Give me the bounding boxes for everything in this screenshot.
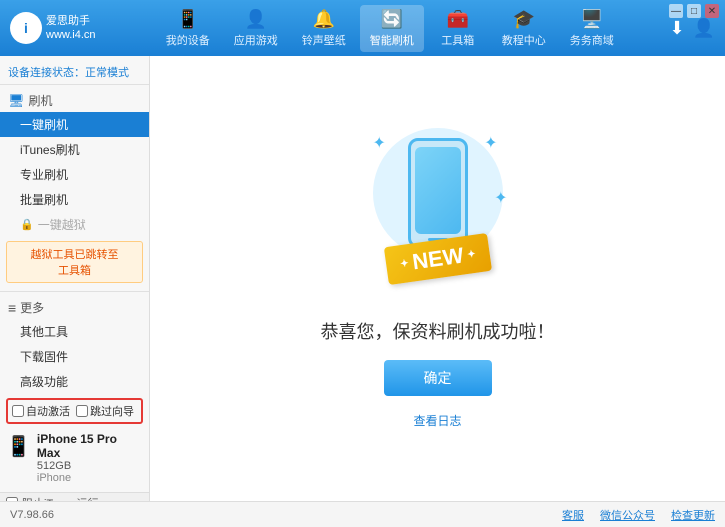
- nav-tab-smart-flash-label: 智能刷机: [370, 32, 414, 48]
- device-details: iPhone 15 Pro Max 512GB iPhone: [37, 432, 143, 484]
- sidebar-item-download-firmware[interactable]: 下载固件: [0, 344, 149, 369]
- new-badge-text: NEW: [410, 243, 464, 276]
- skip-guide-checkbox[interactable]: [76, 405, 88, 417]
- view-log-link[interactable]: 查看日志: [413, 412, 461, 429]
- device-info: 📱 iPhone 15 Pro Max 512GB iPhone: [6, 428, 143, 488]
- apps-games-icon: 👤: [245, 9, 267, 30]
- nav-tab-toolbox-label: 工具箱: [441, 32, 474, 48]
- phone-screen: [415, 147, 461, 234]
- new-ribbon: ✦ NEW ✦: [383, 233, 491, 285]
- download-icon[interactable]: ⬇: [669, 18, 684, 39]
- device-area: 自动激活 跳过向导 📱 iPhone 15 Pro Max 512GB iPho…: [0, 394, 149, 492]
- tutorial-icon: 🎓: [513, 9, 535, 30]
- my-device-icon: 📱: [177, 9, 199, 30]
- footer-link-service[interactable]: 客服: [562, 507, 584, 523]
- sidebar-item-onekey-flash[interactable]: 一键刷机: [0, 112, 149, 137]
- sidebar-item-itunes-flash[interactable]: iTunes刷机: [0, 137, 149, 162]
- sidebar-item-batch-flash[interactable]: 批量刷机: [0, 187, 149, 212]
- content-area: 设备连接状态：正常模式 🖥 刷机 一键刷机 iTunes刷机 专业刷机 批量刷机…: [0, 56, 725, 501]
- logo-text: 爱思助手 www.i4.cn: [46, 14, 96, 43]
- main-content: ✦ ✦ ✦ ✦ NEW ✦: [150, 56, 725, 501]
- service-icon: 🖥️: [581, 9, 603, 30]
- sidebar-item-onekey-jailbreak: 🔒 一键越狱: [0, 212, 149, 237]
- success-illustration: ✦ ✦ ✦ ✦ NEW ✦: [321, 128, 555, 429]
- nav-tab-tutorial[interactable]: 🎓 教程中心: [492, 5, 556, 52]
- footer-link-update[interactable]: 检查更新: [671, 507, 715, 523]
- toolbox-icon: 🧰: [447, 9, 469, 30]
- user-icon[interactable]: 👤: [693, 18, 715, 39]
- skip-guide-label: 跳过向导: [90, 403, 134, 419]
- auto-activate-label: 自动激活: [26, 403, 70, 419]
- phone-graphic: ✦ ✦ ✦ ✦ NEW ✦: [368, 128, 508, 298]
- logo-area: i 爱思助手 www.i4.cn: [10, 12, 110, 44]
- new-banner: ✦ NEW ✦: [385, 240, 489, 278]
- new-stars-left: ✦: [399, 258, 409, 270]
- more-section-header: ≡ 更多: [0, 296, 149, 319]
- nav-tab-toolbox[interactable]: 🧰 工具箱: [428, 5, 488, 52]
- footer-links: 客服 微信公众号 检查更新: [562, 507, 715, 523]
- nav-tab-service-label: 务务商域: [570, 32, 614, 48]
- sparkle-icon-3: ✦: [494, 188, 507, 208]
- maximize-button[interactable]: □: [687, 4, 701, 18]
- sidebar-status: 设备连接状态：正常模式: [0, 60, 149, 85]
- logo-icon: i: [10, 12, 42, 44]
- phone-body: [408, 138, 468, 248]
- skip-guide-option[interactable]: 跳过向导: [76, 403, 134, 419]
- nav-tabs: 📱 我的设备 👤 应用游戏 🔔 铃声壁纸 🔄 智能刷机 🧰 工具箱 🎓: [110, 5, 669, 52]
- more-section-label: 更多: [20, 299, 44, 316]
- confirm-button[interactable]: 确定: [384, 360, 492, 396]
- nav-tab-apps-games-label: 应用游戏: [234, 32, 278, 48]
- device-phone-icon: 📱: [6, 434, 31, 459]
- auto-activate-option[interactable]: 自动激活: [12, 403, 70, 419]
- smart-flash-icon: 🔄: [381, 9, 403, 30]
- phone-frame: [408, 138, 468, 248]
- nav-tab-service[interactable]: 🖥️ 务务商域: [560, 5, 624, 52]
- device-storage: 512GB: [37, 460, 143, 472]
- win-controls: — □ ✕: [669, 4, 719, 18]
- new-stars-right: ✦: [466, 248, 476, 260]
- flash-section-label: 刷机: [29, 92, 53, 109]
- nav-tab-tutorial-label: 教程中心: [502, 32, 546, 48]
- nav-tab-smart-flash[interactable]: 🔄 智能刷机: [360, 5, 424, 52]
- footer-link-wechat[interactable]: 微信公众号: [600, 507, 655, 523]
- nav-tab-apps-games[interactable]: 👤 应用游戏: [224, 5, 288, 52]
- nav-tab-my-device[interactable]: 📱 我的设备: [156, 5, 220, 52]
- header-right: ⬇ 👤: [669, 18, 715, 39]
- more-section-icon: ≡: [8, 300, 16, 316]
- sparkle-icon-2: ✦: [484, 133, 497, 153]
- close-button[interactable]: ✕: [705, 4, 719, 18]
- nav-tab-ringtone-label: 铃声壁纸: [302, 32, 346, 48]
- footer: V7.98.66 客服 微信公众号 检查更新: [0, 501, 725, 527]
- auto-options-box: 自动激活 跳过向导: [6, 398, 143, 424]
- success-message: 恭喜您，保资料刷机成功啦！: [321, 318, 555, 344]
- sidebar-item-advanced[interactable]: 高级功能: [0, 369, 149, 394]
- lock-icon: 🔒: [20, 218, 34, 231]
- flash-section-header: 🖥 刷机: [0, 89, 149, 112]
- device-type: iPhone: [37, 472, 143, 484]
- nav-tab-ringtone[interactable]: 🔔 铃声壁纸: [292, 5, 356, 52]
- footer-version: V7.98.66: [10, 509, 54, 521]
- header: i 爱思助手 www.i4.cn 📱 我的设备 👤 应用游戏 🔔 铃声壁纸 🔄: [0, 0, 725, 56]
- nav-tab-my-device-label: 我的设备: [166, 32, 210, 48]
- sidebar-divider-1: [0, 291, 149, 292]
- sparkle-icon-1: ✦: [373, 133, 386, 153]
- auto-activate-checkbox[interactable]: [12, 405, 24, 417]
- flash-section-icon: 🖥: [8, 93, 25, 109]
- ringtone-icon: 🔔: [313, 9, 335, 30]
- sidebar-item-pro-flash[interactable]: 专业刷机: [0, 162, 149, 187]
- sidebar: 设备连接状态：正常模式 🖥 刷机 一键刷机 iTunes刷机 专业刷机 批量刷机…: [0, 56, 150, 501]
- sidebar-notice: 越狱工具已跳转至工具箱: [6, 241, 143, 283]
- minimize-button[interactable]: —: [669, 4, 683, 18]
- device-name: iPhone 15 Pro Max: [37, 432, 143, 460]
- sidebar-item-other-tools[interactable]: 其他工具: [0, 319, 149, 344]
